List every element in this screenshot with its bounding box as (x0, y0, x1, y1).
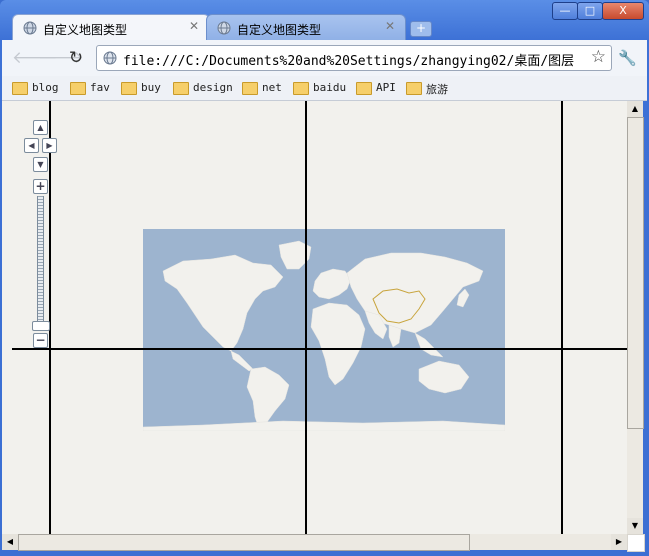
tile-grid-line-vertical (49, 101, 51, 534)
vertical-scroll-thumb[interactable] (627, 117, 644, 429)
wrench-menu-icon[interactable]: 🔧 (618, 49, 637, 67)
folder-icon (173, 82, 189, 95)
zoom-slider-thumb[interactable] (32, 321, 50, 331)
scroll-left-arrow-icon[interactable]: ◀ (2, 534, 18, 550)
tab-strip: 自定义地图类型 ✕ 自定义地图类型 ✕ + — □ X (0, 0, 649, 41)
globe-icon (217, 21, 231, 35)
folder-icon (293, 82, 309, 95)
tab-title: 自定义地图类型 (43, 23, 128, 37)
zoom-slider-track[interactable] (37, 196, 44, 326)
tab-close-icon[interactable]: ✕ (385, 19, 395, 33)
browser-toolbar: 🡐 🡒 ↻ file:///C:/Documents%20and%20Setti… (2, 40, 647, 76)
bookmark-label: buy (141, 81, 161, 94)
zoom-out-button[interactable]: − (33, 333, 48, 348)
scroll-down-arrow-icon[interactable]: ▼ (627, 518, 643, 534)
vertical-scrollbar[interactable]: ▲ ▼ (627, 101, 644, 534)
folder-icon (242, 82, 258, 95)
minimize-button[interactable]: — (552, 2, 578, 20)
horizontal-scrollbar[interactable]: ◀ ▶ (2, 534, 627, 551)
close-window-button[interactable]: X (602, 2, 644, 20)
tile-grid-line-vertical (561, 101, 563, 534)
address-bar[interactable]: file:///C:/Documents%20and%20Settings/zh… (96, 45, 612, 71)
tile-grid-line-vertical (305, 101, 307, 534)
pan-down-button[interactable]: ▼ (33, 157, 48, 172)
world-map-image (143, 229, 505, 431)
scroll-right-arrow-icon[interactable]: ▶ (611, 534, 627, 550)
bookmark-label: fav (90, 81, 110, 94)
page-globe-icon (103, 51, 117, 65)
bookmark-label: 旅游 (426, 83, 448, 96)
bookmark-label: net (262, 81, 282, 94)
zoom-in-button[interactable]: + (33, 179, 48, 194)
horizontal-scroll-thumb[interactable] (18, 534, 470, 551)
pan-left-button[interactable]: ◀ (24, 138, 39, 153)
scroll-up-arrow-icon[interactable]: ▲ (627, 101, 643, 117)
tab-active[interactable]: 自定义地图类型 ✕ (12, 14, 210, 41)
url-text[interactable]: file:///C:/Documents%20and%20Settings/zh… (123, 50, 585, 69)
maximize-button[interactable]: □ (577, 2, 603, 20)
bookmark-label: API (376, 81, 396, 94)
pan-up-button[interactable]: ▲ (33, 120, 48, 135)
folder-icon (406, 82, 422, 95)
scrollbar-corner (627, 534, 645, 552)
tab-inactive[interactable]: 自定义地图类型 ✕ (206, 14, 406, 41)
folder-icon (356, 82, 372, 95)
reload-icon[interactable]: ↻ (66, 48, 86, 68)
folder-icon (121, 82, 137, 95)
bookmark-label: design (193, 81, 233, 94)
back-arrow-icon[interactable]: 🡐 (12, 48, 58, 68)
folder-icon (12, 82, 28, 95)
bookmark-label: blog (32, 81, 59, 94)
bookmarks-bar: blog fav buy design net baidu API 旅游 (2, 76, 647, 101)
globe-icon (23, 21, 37, 35)
bookmark-label: baidu (313, 81, 347, 94)
folder-icon (70, 82, 86, 95)
tile-grid-line-horizontal (12, 348, 627, 350)
bookmark-star-icon[interactable]: ☆ (591, 47, 606, 67)
map-canvas[interactable]: ▲ ◀ ▶ ▼ + − (2, 101, 627, 534)
pan-right-button[interactable]: ▶ (42, 138, 57, 153)
new-tab-button[interactable]: + (410, 21, 432, 37)
tab-close-icon[interactable]: ✕ (189, 19, 199, 33)
tab-title: 自定义地图类型 (237, 23, 322, 37)
forward-arrow-icon[interactable]: 🡒 (38, 48, 84, 68)
